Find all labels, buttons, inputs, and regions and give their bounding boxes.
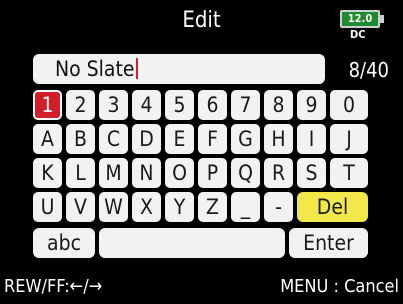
key-u[interactable]: U bbox=[33, 192, 62, 222]
key-e[interactable]: E bbox=[165, 124, 194, 154]
key-p[interactable]: P bbox=[198, 158, 227, 188]
key-v[interactable]: V bbox=[66, 192, 95, 222]
key-i[interactable]: I bbox=[297, 124, 326, 154]
key-4[interactable]: 4 bbox=[132, 90, 161, 120]
key-2[interactable]: 2 bbox=[66, 90, 95, 120]
text-cursor bbox=[135, 58, 138, 79]
key-b[interactable]: B bbox=[66, 124, 95, 154]
key-g[interactable]: G bbox=[231, 124, 260, 154]
key-s[interactable]: S bbox=[297, 158, 326, 188]
key-h[interactable]: H bbox=[264, 124, 293, 154]
key-n[interactable]: N bbox=[132, 158, 161, 188]
key-z[interactable]: Z bbox=[198, 192, 227, 222]
key-0[interactable]: 0 bbox=[330, 90, 368, 120]
key-7[interactable]: 7 bbox=[231, 90, 260, 120]
battery-tip bbox=[380, 15, 384, 23]
rew-ff-hint: REW/FF:←/→ bbox=[4, 276, 103, 297]
key-underscore[interactable]: _ bbox=[231, 192, 260, 222]
key-f[interactable]: F bbox=[198, 124, 227, 154]
power-source-label: DC bbox=[350, 28, 366, 41]
key-3[interactable]: 3 bbox=[99, 90, 128, 120]
key-x[interactable]: X bbox=[132, 192, 161, 222]
key-j[interactable]: J bbox=[330, 124, 368, 154]
name-input[interactable]: No Slate bbox=[33, 54, 325, 84]
key-8[interactable]: 8 bbox=[264, 90, 293, 120]
name-input-value: No Slate bbox=[55, 57, 135, 81]
menu-cancel-hint: MENU : Cancel bbox=[280, 276, 399, 297]
key-1[interactable]: 1 bbox=[33, 90, 62, 120]
delete-button[interactable]: Del bbox=[297, 192, 368, 222]
key-y[interactable]: Y bbox=[165, 192, 194, 222]
key-m[interactable]: M bbox=[99, 158, 128, 188]
key-w[interactable]: W bbox=[99, 192, 128, 222]
key-c[interactable]: C bbox=[99, 124, 128, 154]
key-q[interactable]: Q bbox=[231, 158, 260, 188]
key-l[interactable]: L bbox=[66, 158, 95, 188]
key-5[interactable]: 5 bbox=[165, 90, 194, 120]
battery-icon: 12.0 bbox=[340, 10, 380, 28]
key-hyphen[interactable]: - bbox=[264, 192, 293, 222]
key-a[interactable]: A bbox=[33, 124, 62, 154]
enter-button[interactable]: Enter bbox=[289, 228, 368, 258]
character-counter: 8/40 bbox=[348, 58, 389, 82]
battery-indicator: 12.0 DC bbox=[340, 6, 388, 44]
key-r[interactable]: R bbox=[264, 158, 293, 188]
key-o[interactable]: O bbox=[165, 158, 194, 188]
mode-toggle-button[interactable]: abc bbox=[33, 228, 95, 258]
key-9[interactable]: 9 bbox=[297, 90, 326, 120]
key-6[interactable]: 6 bbox=[198, 90, 227, 120]
key-k[interactable]: K bbox=[33, 158, 62, 188]
space-key[interactable] bbox=[99, 228, 285, 258]
key-d[interactable]: D bbox=[132, 124, 161, 154]
key-t[interactable]: T bbox=[330, 158, 368, 188]
